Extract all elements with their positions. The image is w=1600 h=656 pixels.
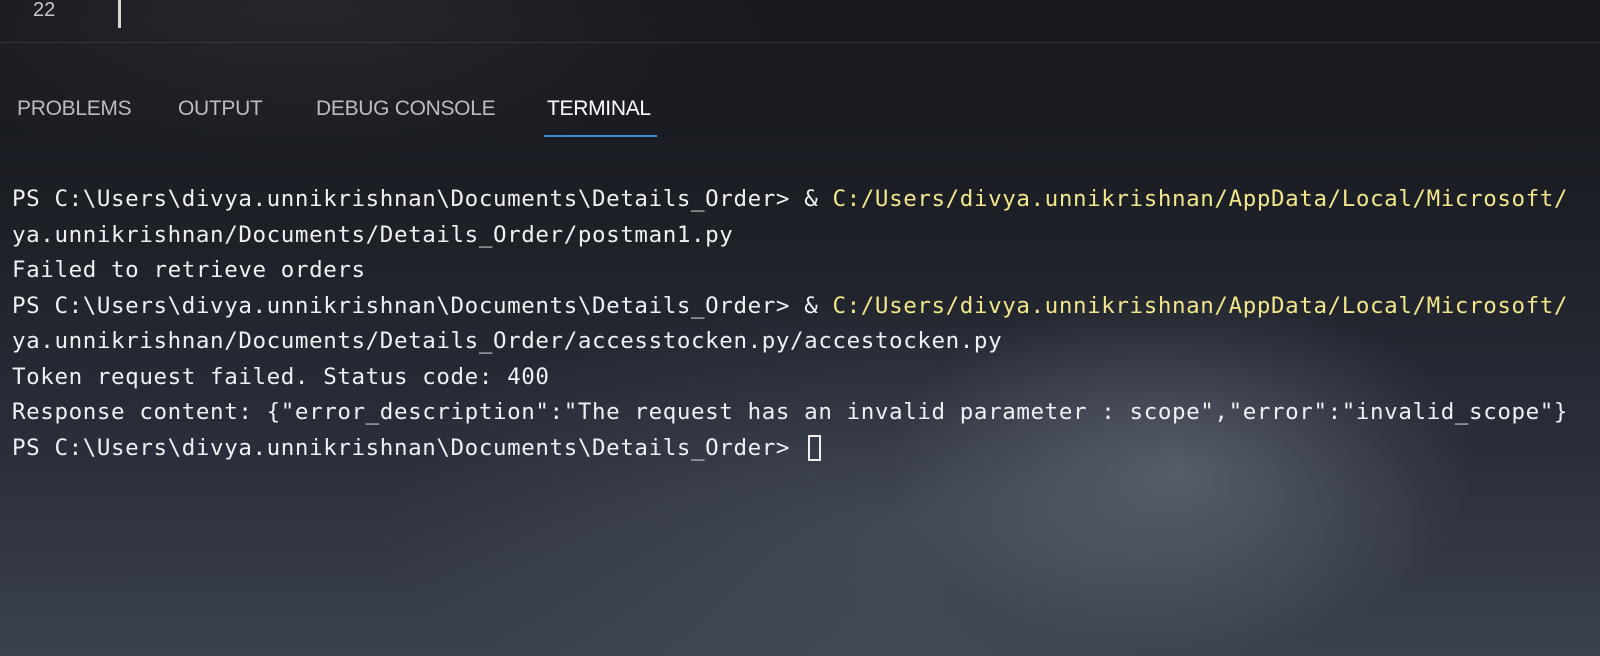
text-cursor xyxy=(118,0,121,28)
vscode-window: 22 PROBLEMS OUTPUT DEBUG CONSOLE TERMINA… xyxy=(0,0,1600,656)
call-operator: & xyxy=(804,292,833,319)
command-path: C:/Users/divya.unnikrishnan/AppData/Loca… xyxy=(832,186,1569,212)
tab-debug-console[interactable]: DEBUG CONSOLE xyxy=(316,92,496,126)
line-number: 22 xyxy=(33,0,56,21)
tab-output[interactable]: OUTPUT xyxy=(178,92,263,126)
terminal-cursor xyxy=(808,435,822,461)
prompt: PS C:\Users\divya.unnikrishnan\Documents… xyxy=(12,292,805,319)
terminal-output[interactable]: PS C:\Users\divya.unnikrishnan\Documents… xyxy=(12,182,1600,466)
panel-tab-bar: PROBLEMS OUTPUT DEBUG CONSOLE TERMINAL xyxy=(0,92,1600,142)
terminal-line: ya.unnikrishnan/Documents/Details_Order/… xyxy=(12,328,1003,354)
terminal-line: Token request failed. Status code: 400 xyxy=(12,363,550,390)
command-path: C:/Users/divya.unnikrishnan/AppData/Loca… xyxy=(832,292,1569,319)
terminal-input-line[interactable]: PS C:\Users\divya.unnikrishnan\Documents… xyxy=(12,431,1600,467)
active-tab-indicator xyxy=(544,135,657,137)
prompt: PS C:\Users\divya.unnikrishnan\Documents… xyxy=(12,186,805,212)
tab-terminal[interactable]: TERMINAL xyxy=(547,92,651,126)
terminal-line: PS C:\Users\divya.unnikrishnan\Documents… xyxy=(12,289,1600,325)
terminal-line: PS C:\Users\divya.unnikrishnan\Documents… xyxy=(12,182,1600,218)
prompt: PS C:\Users\divya.unnikrishnan\Documents… xyxy=(12,434,805,461)
terminal-line: Failed to retrieve orders xyxy=(12,257,366,283)
editor-area[interactable]: 22 xyxy=(0,0,1600,43)
tab-problems[interactable]: PROBLEMS xyxy=(17,92,132,126)
terminal-line: ya.unnikrishnan/Documents/Details_Order/… xyxy=(12,221,734,248)
terminal-line: Response content: {"error_description":"… xyxy=(12,399,1569,425)
call-operator: & xyxy=(804,186,833,212)
